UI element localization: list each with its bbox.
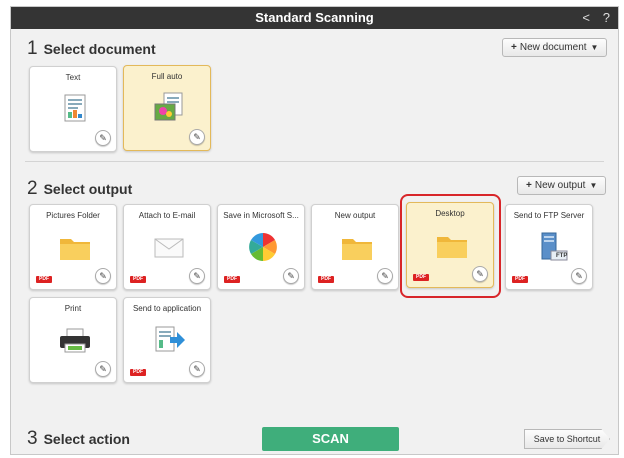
folder-icon [60, 239, 90, 260]
edit-icon[interactable]: ✎ [189, 361, 205, 377]
section-select-output: 2 Select output [27, 178, 132, 200]
card-label: New output [334, 211, 376, 220]
output-card-attach-email[interactable]: Attach to E-mail PDF ✎ [123, 204, 211, 290]
pdf-badge: PDF [36, 276, 52, 283]
section-number: 1 [27, 38, 38, 59]
section-number: 2 [27, 178, 38, 199]
card-label: Pictures Folder [46, 211, 100, 220]
new-output-label: New output [534, 180, 586, 191]
edit-icon[interactable]: ✎ [95, 130, 111, 146]
ftp-label: FTP [556, 253, 568, 259]
scan-button[interactable]: SCAN [262, 427, 399, 451]
output-card-desktop[interactable]: Desktop PDF ✎ [406, 202, 494, 288]
pdf-badge: PDF [413, 274, 429, 281]
pdf-badge: PDF [318, 276, 334, 283]
output-card-print[interactable]: Print ✎ [29, 297, 117, 383]
card-label: Full auto [151, 72, 183, 81]
output-card-ftp-server[interactable]: Send to FTP Server FTP PDF ✎ [505, 204, 593, 290]
standard-scanning-window: Standard Scanning < ? 1 Select document +… [10, 6, 619, 455]
pdf-badge: PDF [130, 276, 146, 283]
card-label: Attach to E-mail [138, 211, 196, 220]
help-icon[interactable]: ? [603, 10, 610, 25]
card-label: Send to FTP Server [513, 211, 585, 220]
new-document-button[interactable]: + New document ▼ [502, 38, 608, 57]
card-label: Print [64, 304, 82, 313]
folder-icon [437, 237, 467, 258]
new-output-button[interactable]: + New output ▼ [517, 176, 607, 195]
document-card-text[interactable]: Text ✎ [29, 66, 117, 152]
output-card-pictures-folder[interactable]: Pictures Folder PDF ✎ [29, 204, 117, 290]
output-card-send-to-application[interactable]: Send to application PDF ✎ [123, 297, 211, 383]
chevron-down-icon: ▼ [589, 181, 598, 190]
section-title-text: Select output [43, 181, 133, 197]
section-title-text: Select action [43, 431, 130, 447]
edit-icon[interactable]: ✎ [189, 129, 205, 145]
output-card-save-microsoft[interactable]: Save in Microsoft S... PDF ✎ [217, 204, 305, 290]
edit-icon[interactable]: ✎ [283, 268, 299, 284]
text-document-icon [64, 94, 86, 122]
send-to-app-icon [155, 326, 185, 352]
sharepoint-icon [249, 233, 277, 261]
plus-icon: + [526, 180, 532, 191]
plus-icon: + [511, 42, 517, 53]
edit-icon[interactable]: ✎ [189, 268, 205, 284]
card-label: Text [65, 73, 81, 82]
new-document-label: New document [519, 42, 587, 53]
section-select-document: 1 Select document [27, 38, 156, 60]
section-divider [25, 161, 604, 162]
section-select-action: 3 Select action [27, 428, 130, 450]
output-card-new-output[interactable]: New output PDF ✎ [311, 204, 399, 290]
envelope-icon [154, 238, 184, 258]
card-label: Save in Microsoft S... [223, 211, 299, 220]
edit-icon[interactable]: ✎ [472, 266, 488, 282]
window-title: Standard Scanning [255, 10, 374, 25]
pdf-badge: PDF [512, 276, 528, 283]
section-number: 3 [27, 428, 38, 449]
edit-icon[interactable]: ✎ [377, 268, 393, 284]
card-label: Desktop [435, 209, 465, 218]
title-bar: Standard Scanning < ? [11, 7, 618, 29]
edit-icon[interactable]: ✎ [571, 268, 587, 284]
save-to-shortcut-button[interactable]: Save to Shortcut [524, 429, 610, 449]
edit-icon[interactable]: ✎ [95, 268, 111, 284]
back-icon[interactable]: < [582, 10, 590, 25]
pdf-badge: PDF [224, 276, 240, 283]
edit-icon[interactable]: ✎ [95, 361, 111, 377]
card-label: Send to application [132, 304, 202, 313]
photo-document-icon [154, 92, 183, 121]
printer-icon [60, 328, 90, 353]
document-card-full-auto[interactable]: Full auto ✎ [123, 65, 211, 151]
section-title-text: Select document [43, 41, 156, 57]
chevron-down-icon: ▼ [590, 43, 599, 52]
folder-icon [342, 239, 372, 260]
pdf-badge: PDF [130, 369, 146, 376]
